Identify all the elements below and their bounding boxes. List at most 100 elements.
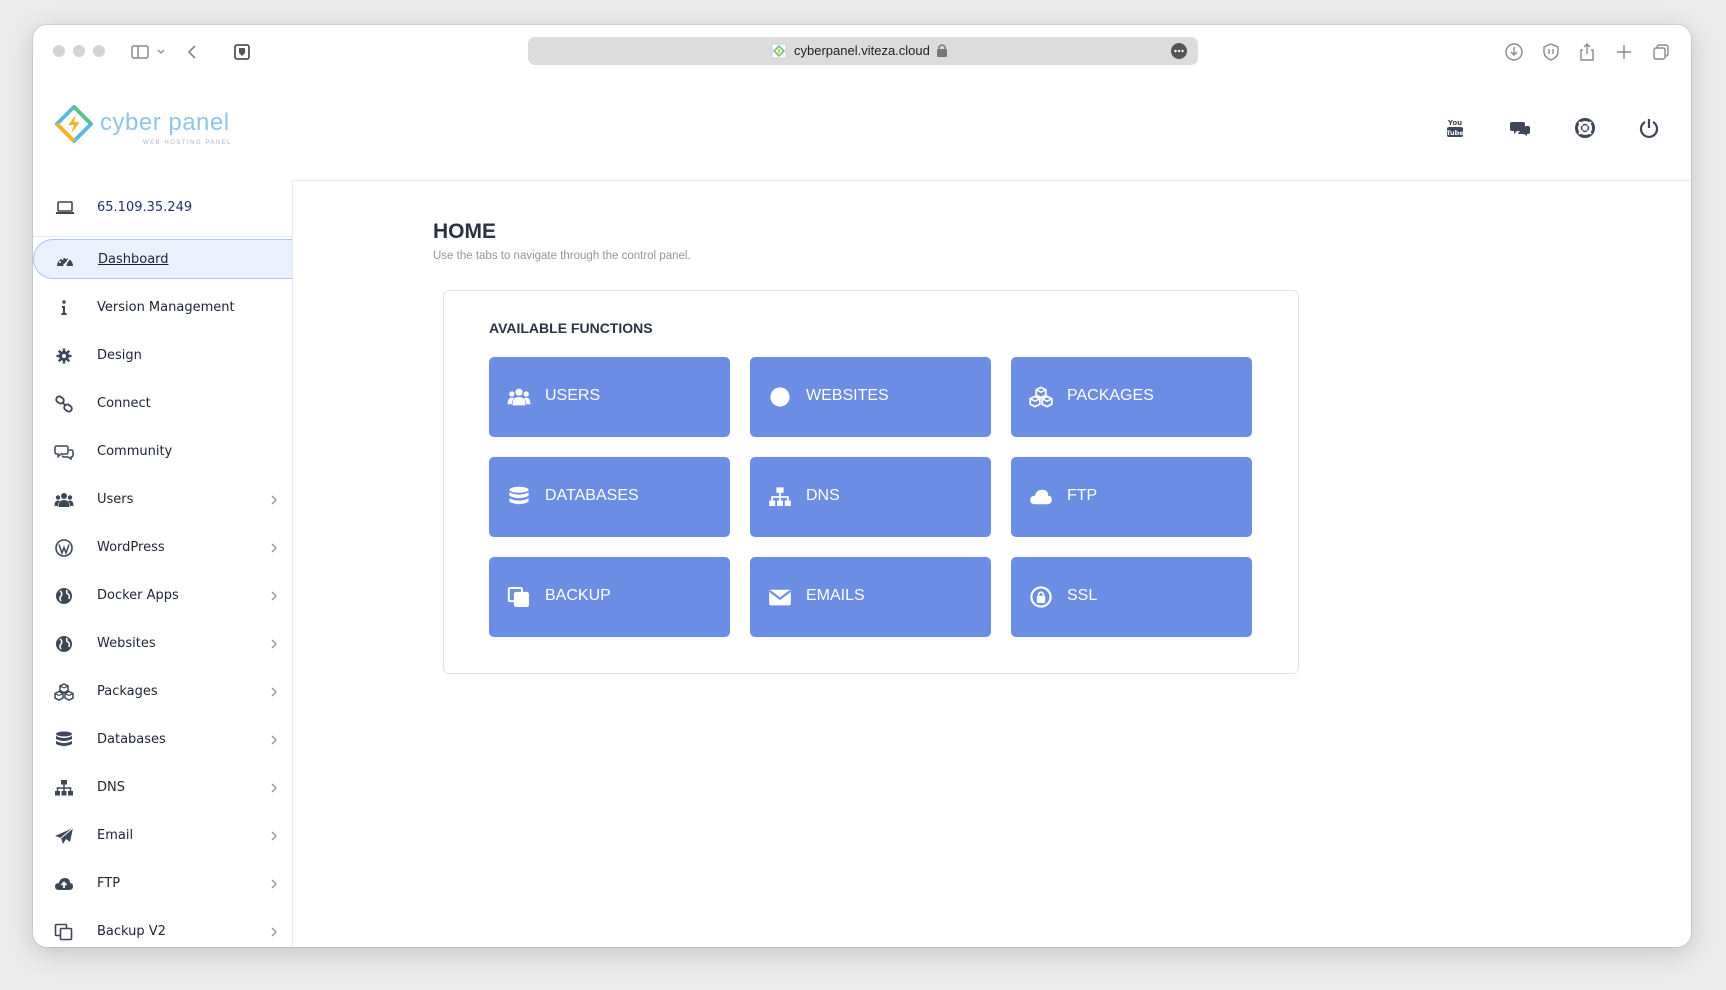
address-bar[interactable]: cyberpanel.viteza.cloud <box>528 37 1198 65</box>
websites-button[interactable]: WEBSITES <box>750 357 991 437</box>
sidebar-item-label: FTP <box>97 876 121 891</box>
close-window-button[interactable] <box>53 45 65 57</box>
globe-icon <box>768 385 792 409</box>
databases-button[interactable]: DATABASES <box>489 457 730 537</box>
more-options-icon[interactable] <box>1170 42 1188 60</box>
zoom-window-button[interactable] <box>93 45 105 57</box>
chevron-right-icon <box>269 732 279 746</box>
bitwarden-extension-icon[interactable] <box>232 42 252 62</box>
function-button-label: DNS <box>806 487 840 504</box>
chevron-right-icon <box>269 636 279 650</box>
new-tab-icon[interactable] <box>1614 42 1634 62</box>
info-icon <box>54 299 74 317</box>
sidebar-item-version-management[interactable]: Version Management <box>33 288 292 328</box>
sidebar-item-label: Databases <box>97 732 166 747</box>
url-text: cyberpanel.viteza.cloud <box>794 43 930 58</box>
packages-button[interactable]: PACKAGES <box>1011 357 1252 437</box>
ftp-button[interactable]: FTP <box>1011 457 1252 537</box>
sidebar-item-packages[interactable]: Packages <box>33 672 292 712</box>
sidebar-toggle-icon[interactable] <box>130 42 150 62</box>
cyberpanel-logo[interactable]: cyber panel WEB HOSTING PANEL <box>55 103 235 153</box>
database-icon <box>507 485 531 509</box>
cubes-icon <box>1029 385 1053 409</box>
sidebar-item-dns[interactable]: DNS <box>33 768 292 808</box>
sidebar-item-dashboard[interactable]: Dashboard <box>33 239 292 279</box>
sidebar-item-backup-v2[interactable]: Backup V2 <box>33 912 292 947</box>
dashboard-icon <box>55 251 75 269</box>
sidebar-item-label: Users <box>97 492 134 507</box>
sidebar-item-email[interactable]: Email <box>33 816 292 856</box>
logo-subtitle: WEB HOSTING PANEL <box>143 140 233 146</box>
sidebar-item-label: Connect <box>97 396 151 411</box>
sidebar-item-users[interactable]: Users <box>33 480 292 520</box>
chevron-down-icon[interactable] <box>155 42 167 62</box>
sidebar-item-label: DNS <box>97 780 125 795</box>
database-icon <box>54 731 74 749</box>
dns-button[interactable]: DNS <box>750 457 991 537</box>
envelope-icon <box>768 585 792 609</box>
function-button-label: SSL <box>1067 587 1098 604</box>
power-icon[interactable] <box>1638 117 1660 139</box>
sidebar-item-label: Websites <box>97 636 156 651</box>
users-icon <box>54 491 74 509</box>
function-button-label: FTP <box>1067 487 1098 504</box>
download-icon[interactable] <box>1504 42 1524 62</box>
comments-icon <box>54 443 74 461</box>
available-functions-panel: AVAILABLE FUNCTIONS USERS WEBSITES PACKAGE… <box>443 290 1299 674</box>
sidebar-item-connect[interactable]: Connect <box>33 384 292 424</box>
support-icon[interactable] <box>1574 117 1596 139</box>
chevron-right-icon <box>269 876 279 890</box>
sidebar-item-label: Email <box>97 828 134 843</box>
globe-icon <box>54 635 74 653</box>
site-favicon-icon <box>771 43 787 59</box>
minimize-window-button[interactable] <box>73 45 85 57</box>
function-button-label: BACKUP <box>545 587 611 604</box>
ssl-button[interactable]: SSL <box>1011 557 1252 637</box>
gear-icon <box>54 347 74 365</box>
laptop-icon <box>56 201 74 214</box>
share-icon[interactable] <box>1577 42 1597 62</box>
link-icon <box>54 395 74 413</box>
svg-text:You: You <box>1447 119 1462 127</box>
logo-text: cyber panel <box>100 109 230 136</box>
back-icon[interactable] <box>183 42 203 62</box>
sidebar-item-ftp[interactable]: FTP <box>33 864 292 904</box>
app-header: cyber panel WEB HOSTING PANEL You Tube <box>33 77 1691 181</box>
shield-icon[interactable] <box>1541 42 1561 62</box>
youtube-icon[interactable]: You Tube <box>1444 117 1466 139</box>
browser-window: cyberpanel.viteza.cloud cyber panel WEB … <box>33 25 1691 947</box>
function-button-label: WEBSITES <box>806 387 889 404</box>
page-title: HOME <box>433 220 496 243</box>
chevron-right-icon <box>269 492 279 506</box>
sidebar-item-label: WordPress <box>97 540 165 555</box>
sidebar-item-websites[interactable]: Websites <box>33 624 292 664</box>
tab-overview-icon[interactable] <box>1651 42 1671 62</box>
emails-button[interactable]: EMAILS <box>750 557 991 637</box>
users-button[interactable]: USERS <box>489 357 730 437</box>
svg-text:Tube: Tube <box>1446 129 1464 137</box>
wordpress-icon <box>54 539 74 557</box>
lock-icon <box>1029 585 1053 609</box>
sitemap-icon <box>54 779 74 797</box>
server-ip: 65.109.35.249 <box>97 200 193 215</box>
chevron-right-icon <box>269 828 279 842</box>
sidebar-item-databases[interactable]: Databases <box>33 720 292 760</box>
function-button-label: USERS <box>545 387 601 404</box>
backup-button[interactable]: BACKUP <box>489 557 730 637</box>
cloud-upload-icon <box>1029 485 1053 509</box>
function-button-label: EMAILS <box>806 587 865 604</box>
chat-icon[interactable] <box>1509 117 1531 139</box>
sidebar-item-design[interactable]: Design <box>33 336 292 376</box>
lock-icon <box>937 44 947 57</box>
server-ip-row: 65.109.35.249 <box>33 180 292 237</box>
panel-title: AVAILABLE FUNCTIONS <box>489 320 653 336</box>
sidebar-item-community[interactable]: Community <box>33 432 292 472</box>
users-icon <box>507 385 531 409</box>
paper-plane-icon <box>54 827 74 845</box>
sidebar-item-docker-apps[interactable]: Docker Apps <box>33 576 292 616</box>
sidebar-item-wordpress[interactable]: WordPress <box>33 528 292 568</box>
sidebar: 65.109.35.249 Dashboard Version Managemen… <box>33 180 293 947</box>
sidebar-item-label: Packages <box>97 684 158 699</box>
sidebar-item-label: Dashboard <box>98 252 169 267</box>
main-content: HOME Use the tabs to navigate through th… <box>293 180 1691 947</box>
